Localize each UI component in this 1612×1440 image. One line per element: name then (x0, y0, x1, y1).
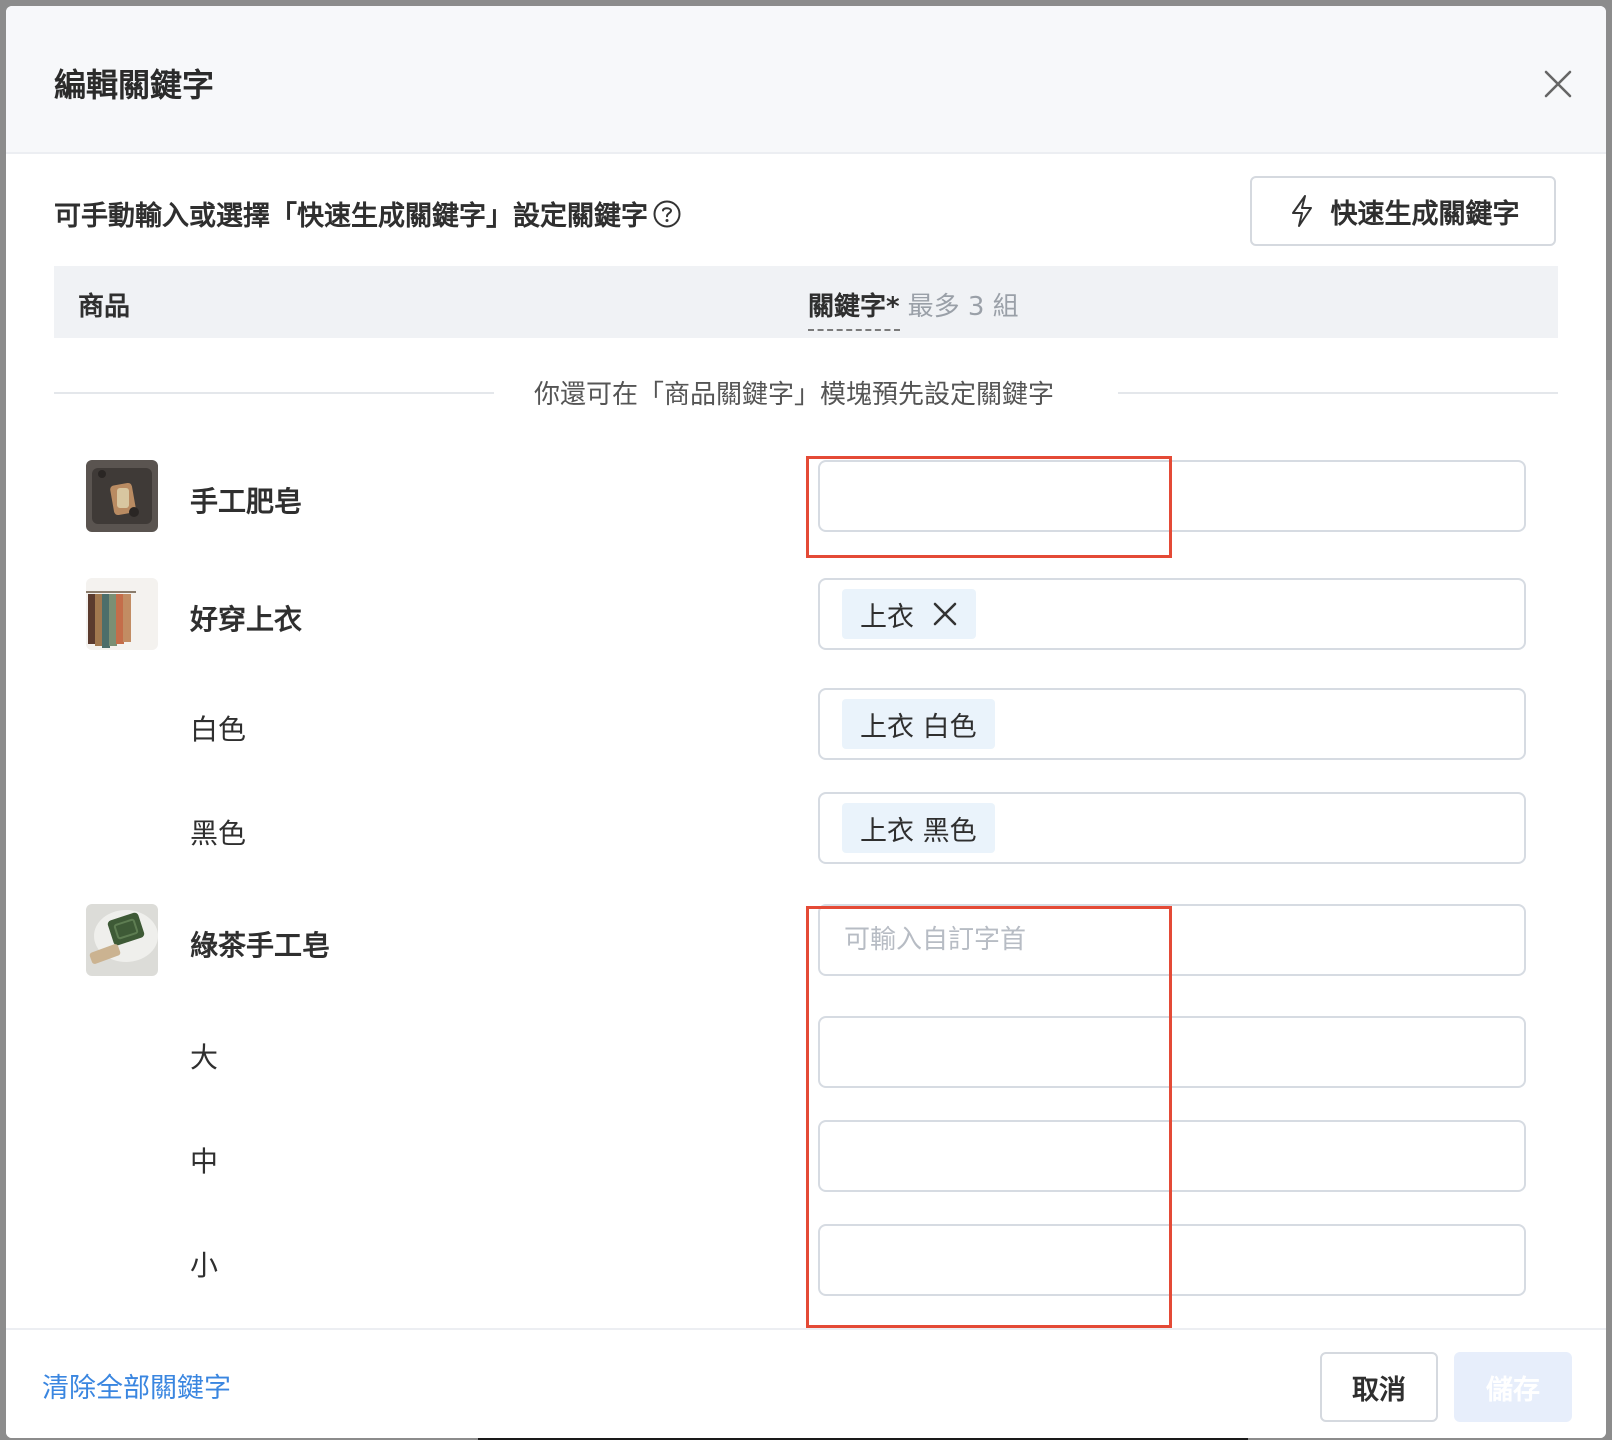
divider-line-right (1118, 392, 1558, 394)
divider-text: 你還可在「商品關鍵字」模塊預先設定關鍵字 (534, 380, 1055, 410)
keyword-input[interactable] (818, 1016, 1526, 1088)
divider: 你還可在「商品關鍵字」模塊預先設定關鍵字 (54, 372, 1558, 412)
modal-footer: 清除全部關鍵字 取消 儲存 (6, 1328, 1606, 1438)
keyword-text-field[interactable] (844, 1037, 1500, 1067)
variant-name: 黑色 (190, 817, 247, 850)
divider-line-left (54, 392, 494, 394)
table-header: 商品 關鍵字* 最多 3 組 (54, 266, 1558, 338)
modal-title: 編輯關鍵字 (54, 66, 215, 104)
keyword-text-field[interactable] (844, 925, 1500, 955)
keyword-text-field[interactable] (844, 1245, 1500, 1275)
quick-generate-label: 快速生成關鍵字 (1330, 198, 1520, 230)
lightning-icon (1291, 195, 1312, 227)
variant-name: 小 (190, 1249, 219, 1282)
help-circle-icon[interactable] (652, 199, 682, 229)
header-keyword-label[interactable]: 關鍵字* (808, 286, 900, 331)
header-keyword-hint: 最多 3 組 (907, 292, 1019, 322)
close-button[interactable] (1536, 62, 1580, 106)
edit-keywords-modal: 編輯關鍵字 可手動輸入或選擇「快速生成關鍵字」設定關鍵字 快速生成關鍵字 商品 … (6, 6, 1606, 1438)
keyword-input[interactable]: 上衣 白色 (818, 688, 1526, 760)
variant-name: 白色 (190, 713, 247, 746)
product-name: 好穿上衣 (190, 603, 303, 636)
keyword-input[interactable]: 上衣 (818, 578, 1526, 650)
keyword-tag-label: 上衣 白色 (860, 711, 977, 743)
product-name: 綠茶手工皂 (190, 929, 331, 962)
keyword-tag: 上衣 白色 (842, 699, 995, 749)
keyword-input[interactable] (818, 904, 1526, 976)
keyword-tag: 上衣 黑色 (842, 803, 995, 853)
description: 可手動輸入或選擇「快速生成關鍵字」設定關鍵字 (54, 194, 682, 233)
product-thumbnail-shirt (86, 578, 158, 650)
save-button[interactable]: 儲存 (1454, 1352, 1572, 1422)
product-thumbnail-soap (86, 460, 158, 532)
header-keyword: 關鍵字* 最多 3 組 (808, 286, 1019, 331)
clear-all-keywords-link[interactable]: 清除全部關鍵字 (42, 1366, 231, 1405)
description-text: 可手動輸入或選擇「快速生成關鍵字」設定關鍵字 (54, 201, 648, 232)
variant-name: 中 (190, 1145, 219, 1178)
cancel-button[interactable]: 取消 (1320, 1352, 1438, 1422)
keyword-input[interactable] (818, 460, 1526, 532)
keyword-input[interactable] (818, 1224, 1526, 1296)
close-icon (1544, 70, 1572, 98)
keyword-input[interactable] (818, 1120, 1526, 1192)
variant-name: 大 (190, 1041, 219, 1074)
keyword-tag-label: 上衣 (860, 601, 914, 633)
quick-generate-button[interactable]: 快速生成關鍵字 (1250, 176, 1556, 246)
keyword-text-field[interactable] (844, 1141, 1500, 1171)
close-icon[interactable] (932, 601, 958, 627)
product-thumbnail-greentea-soap (86, 904, 158, 976)
keyword-tag-label: 上衣 黑色 (860, 815, 977, 847)
header-product: 商品 (78, 292, 131, 322)
keyword-text-field[interactable] (844, 481, 1500, 511)
modal-header: 編輯關鍵字 (6, 6, 1606, 154)
keyword-tag: 上衣 (842, 589, 976, 639)
product-name: 手工肥皂 (190, 485, 303, 518)
keyword-input[interactable]: 上衣 黑色 (818, 792, 1526, 864)
